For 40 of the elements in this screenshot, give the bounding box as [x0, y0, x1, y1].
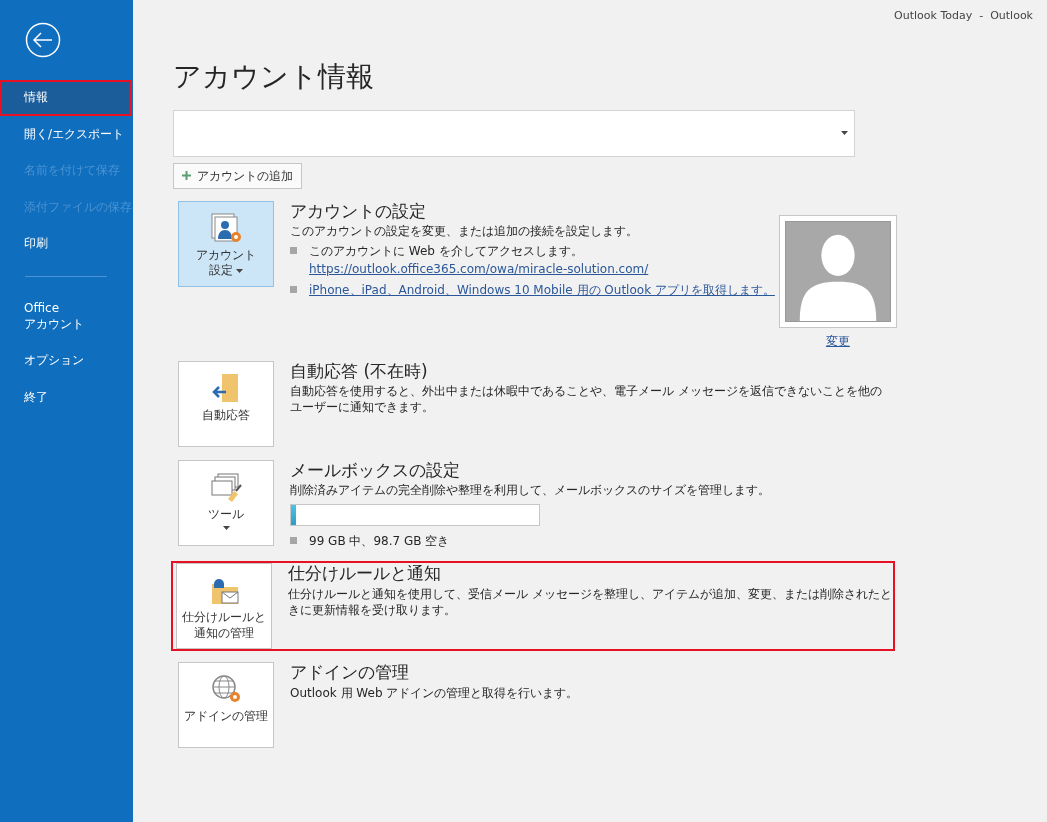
window-title: Outlook Today - Outlook	[894, 8, 1033, 24]
bullet-icon	[290, 247, 297, 255]
sidebar-item[interactable]: 印刷	[0, 226, 131, 262]
section-title: アカウントの設定	[290, 200, 427, 221]
caret-icon	[841, 130, 848, 135]
section-button[interactable]: アドインの管理	[178, 662, 274, 749]
section-title: 自動応答 (不在時)	[290, 360, 429, 381]
person-silhouette-icon	[784, 220, 891, 322]
link[interactable]: iPhone、iPad、Android、Windows 10 Mobile 用の Outlook アプリを取得します。	[309, 283, 775, 298]
bullet-text: このアカウントに Web を介してアクセスします。	[309, 243, 584, 261]
sidebar-item[interactable]: オプション	[0, 343, 131, 379]
plus-icon	[182, 171, 191, 181]
person-gear-icon	[210, 211, 242, 244]
change-photo-link[interactable]: 変更	[825, 331, 850, 350]
sidebar-item[interactable]: 開く/エクスポート	[0, 116, 131, 153]
section-title: 仕分けルールと通知	[288, 563, 442, 584]
section-description: 削除済みアイテムの完全削除や整理を利用して、メールボックスのサイズを管理します。	[290, 482, 771, 499]
mail-broom-icon	[210, 470, 242, 503]
section-button[interactable]: アカウント 設定	[178, 200, 274, 287]
bullet-icon	[290, 537, 297, 545]
back-button[interactable]	[25, 22, 61, 58]
add-account-button[interactable]: アカウントの追加	[173, 162, 302, 189]
sidebar-item[interactable]: 終了	[0, 379, 131, 416]
link[interactable]: https://outlook.office365.com/owa/miracle-solution.com/	[309, 262, 649, 277]
section-description: Outlook 用 Web アドインの管理と取得を行います。	[290, 684, 580, 701]
section-description: 自動応答を使用すると、外出中または休暇中であることや、電子メール メッセージを返信できないことを他のユーザーに通知できます。	[290, 383, 883, 416]
section-button[interactable]: 自動応答	[178, 360, 274, 447]
section-button[interactable]: ツール	[178, 459, 274, 546]
caret-icon	[222, 526, 230, 531]
usage-text: 99 GB 中、98.7 GB 空き	[309, 533, 450, 551]
section-title: アドインの管理	[290, 662, 410, 683]
section-description: 仕分けルールと通知を使用して、受信メール メッセージを整理し、アイテムが追加、変更、または削除されたときに更新情報を受け取ります。	[288, 585, 893, 618]
page-title: アカウント情報	[173, 60, 375, 94]
sidebar-item[interactable]: 情報	[0, 80, 131, 116]
bullet-icon	[290, 286, 297, 294]
section-description: このアカウントの設定を変更、または追加の接続を設定します。	[290, 223, 639, 240]
sidebar-item[interactable]: Office アカウント	[0, 290, 131, 343]
section-button[interactable]: 仕分けルールと 通知の管理	[176, 563, 272, 650]
section-title: メールボックスの設定	[290, 459, 461, 480]
caret-icon	[236, 268, 243, 273]
